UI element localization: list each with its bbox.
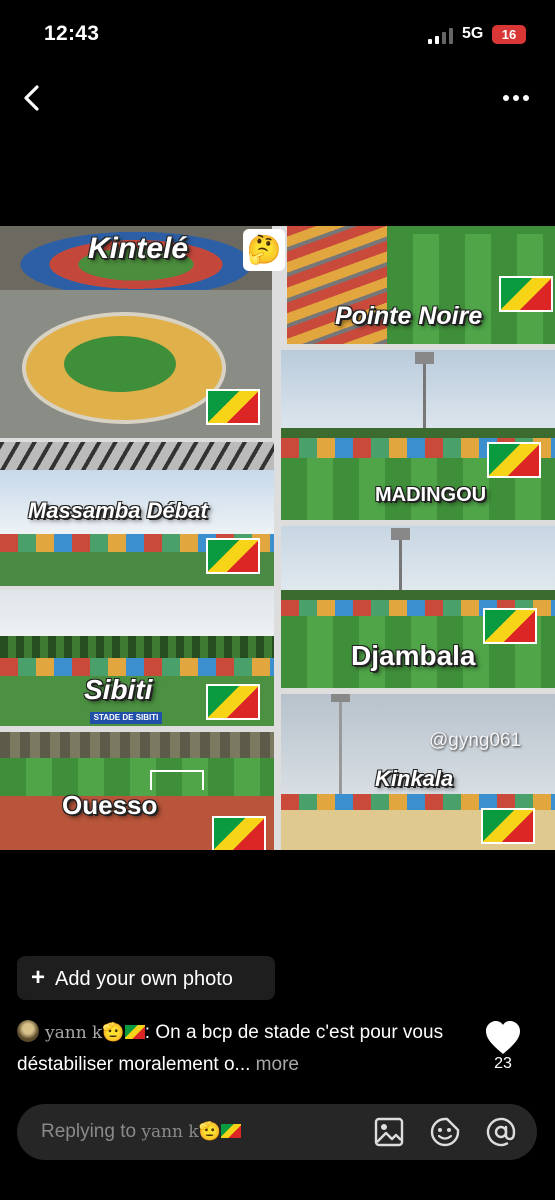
stadium-tile-kinkala: Kinkala @gyng061 xyxy=(281,694,555,850)
stadium-tile-sibiti: Sibiti STADE DE SIBITI xyxy=(0,590,274,726)
reply-input[interactable] xyxy=(41,1104,365,1162)
add-photo-button[interactable]: + Add your own photo xyxy=(17,956,275,1000)
watermark: @gyng061 xyxy=(429,730,522,751)
caption-more-link[interactable]: more xyxy=(256,1054,299,1075)
congo-flag-icon xyxy=(487,442,541,478)
stadium-tile-massamba-debat: Massamba Débat xyxy=(0,442,274,586)
congo-flag-icon xyxy=(206,389,260,425)
congo-flag-icon xyxy=(483,608,537,644)
caption-username[interactable]: yann k xyxy=(45,1023,102,1043)
stadium-tile-kintele: Kintelé xyxy=(0,226,272,438)
stadium-sign: STADE DE SIBITI xyxy=(90,712,162,724)
congo-flag-icon xyxy=(212,816,266,850)
saluting-emoji: 🫡 xyxy=(102,1022,125,1042)
stadium-label-ouesso: Ouesso xyxy=(62,790,158,820)
add-photo-label: Add your own photo xyxy=(55,968,233,990)
cellular-signal-icon xyxy=(428,28,453,44)
battery-indicator: 16 xyxy=(492,25,526,44)
status-time: 12:43 xyxy=(44,22,100,45)
chevron-left-icon[interactable] xyxy=(14,82,50,114)
plus-icon: + xyxy=(31,964,46,991)
sticker-icon[interactable] xyxy=(429,1116,461,1148)
stadium-tile-ouesso: Ouesso xyxy=(0,732,274,850)
network-type: 5G xyxy=(462,25,484,42)
stadium-tile-djambala: Djambala xyxy=(281,526,555,688)
congo-flag-icon xyxy=(499,276,553,312)
congo-flag-icon xyxy=(481,808,535,844)
nav-bar xyxy=(0,70,555,126)
stadium-tile-pointe-noire: Pointe Noire xyxy=(287,226,555,344)
congo-flag-icon xyxy=(206,538,260,574)
stadium-label-djambala: Djambala xyxy=(351,640,476,671)
stadium-label-kinkala: Kinkala xyxy=(375,766,454,791)
congo-flag-icon xyxy=(206,684,260,720)
heart-icon[interactable] xyxy=(484,1020,522,1056)
more-horizontal-icon[interactable] xyxy=(496,84,536,112)
like-count: 23 xyxy=(494,1055,512,1072)
post-image[interactable]: Kintelé 🤔 Pointe Noire Massamba Débat MA… xyxy=(0,226,555,850)
reply-bar: Replying to yann k🫡 xyxy=(17,1104,537,1162)
status-bar: 12:43 5G 16 xyxy=(0,0,555,70)
image-icon[interactable] xyxy=(373,1116,405,1148)
thinking-face-emoji: 🤔 xyxy=(243,229,285,271)
at-icon[interactable] xyxy=(485,1116,517,1148)
congo-flag-icon xyxy=(124,1025,145,1039)
stadium-tile-madingou: MADINGOU xyxy=(281,350,555,520)
stadium-label-pointe-noire: Pointe Noire xyxy=(335,302,483,330)
post-caption[interactable]: yann k🫡: On a bcp de stade c'est pour vo… xyxy=(17,1017,457,1080)
stadium-label-massamba-debat: Massamba Débat xyxy=(28,498,208,523)
stadium-label-madingou: MADINGOU xyxy=(375,484,487,506)
stadium-label-sibiti: Sibiti xyxy=(84,674,153,705)
avatar[interactable] xyxy=(17,1020,39,1042)
stadium-label-kintele: Kintelé xyxy=(88,232,189,265)
